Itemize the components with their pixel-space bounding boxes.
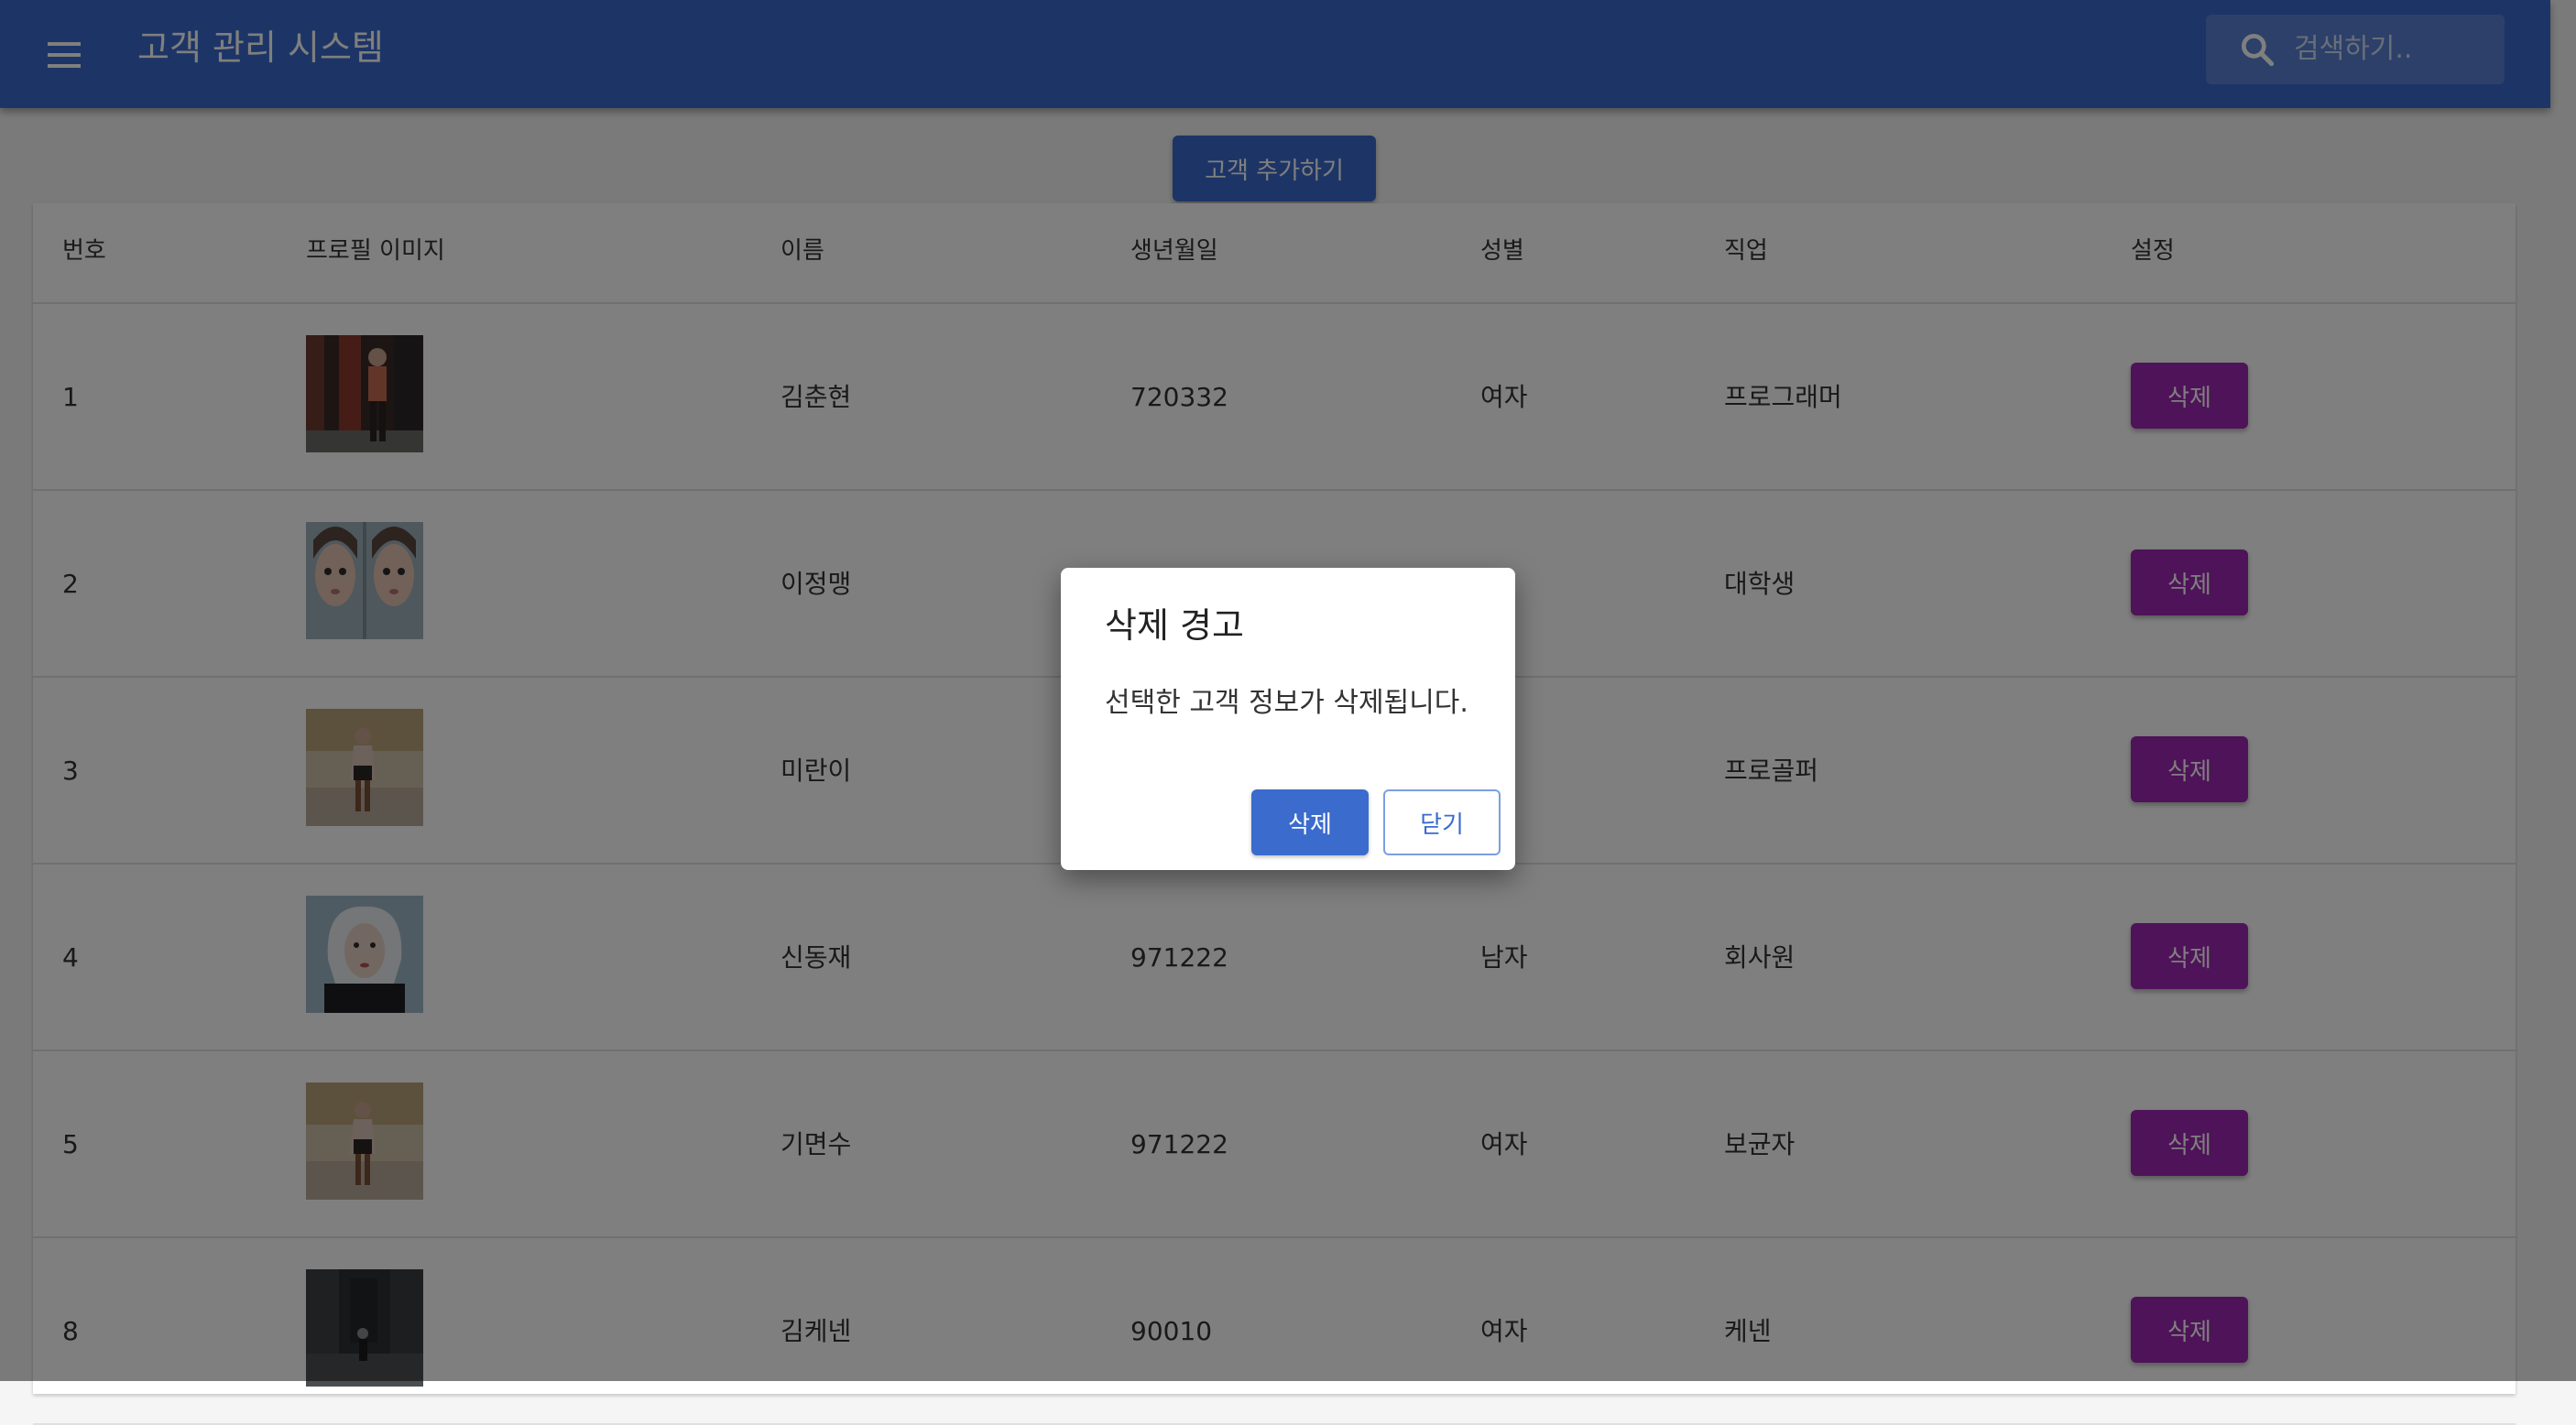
- dialog-title: 삭제 경고: [1105, 605, 1244, 646]
- delete-confirm-dialog: 삭제 경고 선택한 고객 정보가 삭제됩니다. 삭제 닫기: [1061, 568, 1515, 870]
- dialog-message: 선택한 고객 정보가 삭제됩니다.: [1105, 687, 1468, 719]
- close-dialog-button[interactable]: 닫기: [1383, 789, 1501, 855]
- confirm-delete-button[interactable]: 삭제: [1251, 789, 1369, 855]
